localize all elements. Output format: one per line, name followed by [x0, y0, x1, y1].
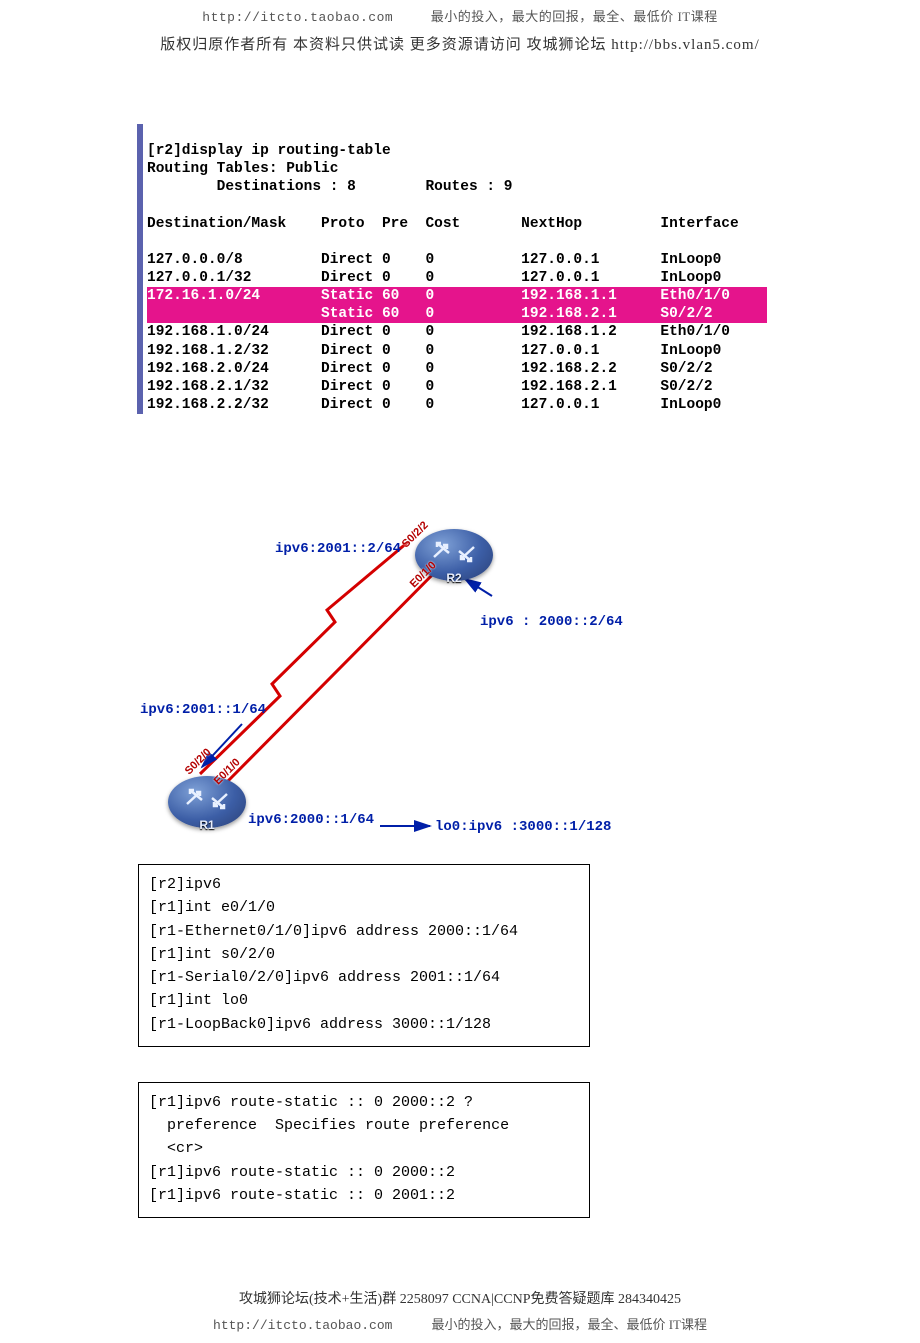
- routing-cmd: [r2]display ip routing-table: [147, 143, 391, 159]
- header-url: http://itcto.taobao.com: [202, 10, 393, 25]
- routing-header-row: Destination/Mask Proto Pre Cost NextHop …: [147, 216, 739, 232]
- topology-diagram: R2 R1 ipv6:2001::2/64 ipv6 : 2000::2/64 …: [140, 524, 770, 844]
- routing-title: Routing Tables: Public: [147, 161, 338, 177]
- routing-table-block: [r2]display ip routing-table Routing Tab…: [137, 124, 767, 414]
- page-header-copyright: 版权归原作者所有 本资料只供试读 更多资源请访问 攻城狮论坛 http://bb…: [0, 33, 920, 54]
- label-r1-lo0: lo0:ipv6 :3000::1/128: [435, 819, 611, 835]
- page-footer-line2: http://itcto.taobao.com 最小的投入，最大的回报，最全、最…: [0, 1314, 920, 1333]
- label-r1-serial: ipv6:2001::1/64: [140, 702, 266, 718]
- router-r1: R1: [168, 776, 246, 828]
- label-r2-serial: ipv6:2001::2/64: [275, 541, 401, 557]
- routing-rows: 127.0.0.0/8 Direct 0 0 127.0.0.1 InLoop0…: [147, 252, 767, 413]
- page-footer-line1: 攻城狮论坛(技术+生活)群 2258097 CCNA|CCNP免费答疑题库 28…: [0, 1288, 920, 1308]
- router-r1-label: R1: [168, 818, 246, 832]
- label-r2-eth: ipv6 : 2000::2/64: [480, 614, 623, 630]
- routing-summary: Destinations : 8 Routes : 9: [147, 179, 512, 195]
- footer-url: http://itcto.taobao.com: [213, 1318, 392, 1333]
- code-box-1: [r2]ipv6 [r1]int e0/1/0 [r1-Ethernet0/1/…: [138, 864, 590, 1047]
- code-box-2: [r1]ipv6 route-static :: 0 2000::2 ? pre…: [138, 1082, 590, 1218]
- label-r1-eth: ipv6:2000::1/64: [248, 812, 374, 828]
- header-slogan: 最小的投入，最大的回报，最全、最低价 IT课程: [431, 9, 718, 24]
- footer-slogan: 最小的投入，最大的回报，最全、最低价 IT课程: [431, 1317, 707, 1332]
- page-header-top: http://itcto.taobao.com 最小的投入，最大的回报，最全、最…: [0, 6, 920, 25]
